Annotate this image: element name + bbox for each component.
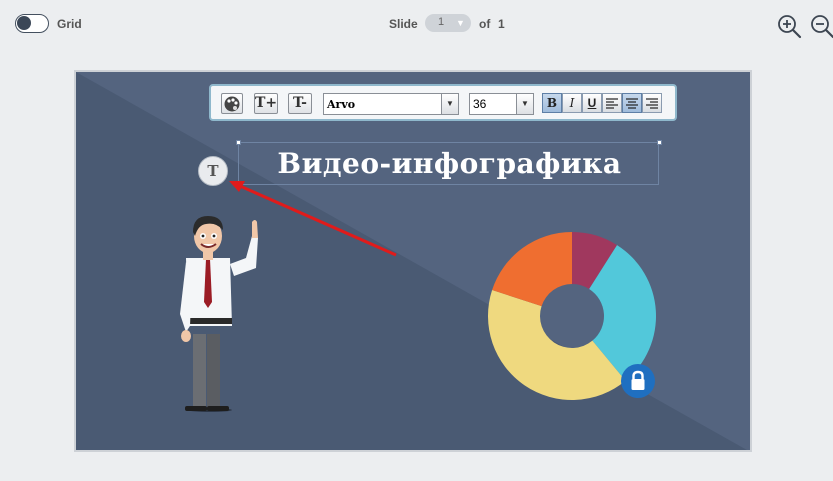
text-effect-label: T: [207, 162, 219, 180]
toggle-knob: [17, 16, 31, 30]
resize-handle[interactable]: [657, 140, 662, 145]
italic-button[interactable]: I: [562, 93, 582, 113]
align-center-icon[interactable]: [622, 93, 642, 113]
text-format-toolbar: T+ T- Arvo ▼ 36 ▼ B I U: [209, 84, 677, 121]
font-size-value: 36: [473, 97, 487, 111]
chevron-down-icon: ▼: [516, 94, 533, 114]
resize-handle[interactable]: [236, 140, 241, 145]
slide-current-number: 1: [438, 16, 445, 28]
title-text-box[interactable]: Видео-инфографика: [238, 142, 659, 185]
font-size-select[interactable]: 36 ▼: [469, 93, 534, 115]
slide-label: Slide: [389, 17, 418, 31]
bold-button[interactable]: B: [542, 93, 562, 113]
slide-number-select[interactable]: 1 ▼: [425, 14, 471, 32]
slide-total: 1: [498, 17, 505, 31]
slide-title[interactable]: Видео-инфографика: [239, 147, 660, 180]
font-family-select[interactable]: Arvo ▼: [323, 93, 459, 115]
align-left-icon[interactable]: [602, 93, 622, 113]
palette-icon[interactable]: [221, 93, 243, 114]
underline-button[interactable]: U: [582, 93, 602, 113]
decrease-font-button[interactable]: T-: [288, 93, 312, 114]
increase-font-button[interactable]: T+: [254, 93, 278, 114]
zoom-in-icon[interactable]: [776, 13, 802, 39]
chevron-down-icon: ▼: [456, 18, 465, 28]
align-right-icon[interactable]: [642, 93, 662, 113]
font-family-value: Arvo: [327, 98, 356, 111]
grid-label: Grid: [57, 17, 82, 31]
businessman-illustration: [180, 216, 258, 412]
text-effect-button[interactable]: T: [198, 156, 228, 186]
chevron-down-icon: ▼: [441, 94, 458, 114]
zoom-out-icon[interactable]: [809, 13, 833, 39]
grid-toggle[interactable]: [15, 14, 49, 33]
of-label: of: [479, 17, 491, 31]
lock-icon[interactable]: [621, 364, 655, 398]
